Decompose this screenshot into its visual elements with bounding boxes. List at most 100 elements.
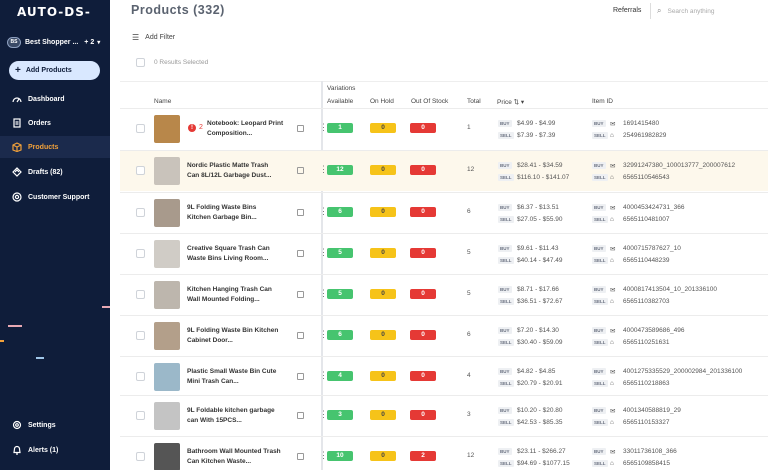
sell-item-id[interactable]: 6565110382703	[623, 298, 670, 305]
sell-item-id[interactable]: 6565110448239	[623, 257, 670, 264]
buy-item-id[interactable]: 4000715787627_10	[623, 245, 681, 252]
row-checkbox[interactable]	[136, 249, 145, 258]
buy-item-id[interactable]: 4001275335529_200002984_201336100	[623, 368, 742, 375]
buy-item-id[interactable]: 32991247380_100013777_200007612	[623, 162, 735, 169]
sidebar-item-alerts[interactable]: Alerts (1)	[0, 439, 110, 461]
product-thumbnail[interactable]	[154, 443, 180, 470]
product-name[interactable]: Nordic Plastic Matte Trash Can 8L/12L Ga…	[187, 161, 281, 181]
table-row[interactable]: 9L Foldable kitchen garbage can With 15P…	[120, 395, 768, 436]
product-name[interactable]: Kitchen Hanging Trash Can Wall Mounted F…	[187, 285, 281, 305]
product-thumbnail[interactable]	[154, 115, 180, 143]
on-hold-badge: 0	[370, 410, 396, 420]
product-name[interactable]: Notebook: Leopard Print Composition...	[207, 119, 285, 139]
sidebar-item-products[interactable]: Products	[0, 136, 110, 158]
sell-item-id[interactable]: 6565109858415	[623, 460, 670, 467]
row-checkbox[interactable]	[136, 208, 145, 217]
column-header-total[interactable]: Total	[467, 98, 481, 105]
sidebar-item-dashboard[interactable]: Dashboard	[0, 88, 110, 110]
sell-tag: SELL	[498, 257, 514, 264]
note-icon[interactable]	[297, 332, 304, 339]
column-header-price[interactable]: Price ⇅ ▾	[497, 98, 524, 106]
row-checkbox[interactable]	[136, 124, 145, 133]
buy-item-id[interactable]: 4000453424731_366	[623, 204, 684, 211]
buy-tag: BUY	[592, 448, 606, 455]
table-row[interactable]: Creative Square Trash Can Waste Bins Liv…	[120, 233, 768, 274]
note-icon[interactable]	[297, 250, 304, 257]
note-icon[interactable]	[297, 167, 304, 174]
buy-item-id[interactable]: 1691415480	[623, 120, 659, 127]
buy-tag: BUY	[592, 162, 606, 169]
column-header-out-of-stock[interactable]: Out Of Stock	[411, 98, 448, 105]
product-thumbnail[interactable]	[154, 363, 180, 391]
referrals-link[interactable]: Referrals	[613, 7, 641, 14]
product-thumbnail[interactable]	[154, 281, 180, 309]
buy-item-id[interactable]: 33011736108_366	[623, 448, 677, 455]
note-icon[interactable]	[297, 209, 304, 216]
sell-item-id[interactable]: 6565110153327	[623, 419, 670, 426]
supplier-icon: ✉	[610, 163, 616, 170]
sidebar-item-drafts[interactable]: Drafts (82)	[0, 161, 110, 183]
row-checkbox[interactable]	[136, 166, 145, 175]
note-icon[interactable]	[297, 412, 304, 419]
row-checkbox[interactable]	[136, 372, 145, 381]
product-name[interactable]: 9L Folding Waste Bin Kitchen Cabinet Doo…	[187, 326, 281, 346]
product-name[interactable]: Bathroom Wall Mounted Trash Can Kitchen …	[187, 447, 281, 467]
sell-tag: SELL	[498, 298, 514, 305]
store-icon: ⌂	[610, 460, 614, 467]
sell-item-id[interactable]: 6565110546543	[623, 174, 670, 181]
buy-item-id[interactable]: 4001340588819_29	[623, 407, 681, 414]
sidebar-item-settings[interactable]: Settings	[0, 414, 110, 436]
product-thumbnail[interactable]	[154, 157, 180, 185]
row-checkbox[interactable]	[136, 411, 145, 420]
available-badge: 5	[327, 289, 353, 299]
add-filter-button[interactable]: ☰ Add Filter	[132, 33, 175, 42]
column-header-name[interactable]: Name	[154, 98, 171, 105]
app-logo[interactable]: AUTO-DS-	[17, 5, 91, 19]
table-row[interactable]: Plastic Small Waste Bin Cute Mini Trash …	[120, 356, 768, 397]
sell-item-id[interactable]: 254961982829	[623, 132, 666, 139]
note-icon[interactable]	[297, 453, 304, 460]
product-thumbnail[interactable]	[154, 199, 180, 227]
add-products-button[interactable]: + Add Products	[9, 61, 100, 80]
product-thumbnail[interactable]	[154, 402, 180, 430]
row-checkbox[interactable]	[136, 452, 145, 461]
table-row[interactable]: Nordic Plastic Matte Trash Can 8L/12L Ga…	[120, 150, 768, 191]
bell-icon	[12, 445, 22, 455]
row-checkbox[interactable]	[136, 290, 145, 299]
buy-item-id[interactable]: 4000817413504_10_201336100	[623, 286, 717, 293]
sell-price: $7.39 - $7.39	[517, 132, 556, 139]
product-name[interactable]: 9L Foldable kitchen garbage can With 15P…	[187, 406, 281, 426]
product-name[interactable]: 9L Folding Waste Bins Kitchen Garbage Bi…	[187, 203, 281, 223]
product-thumbnail[interactable]	[154, 322, 180, 350]
table-row[interactable]: ! 2 Notebook: Leopard Print Composition...…	[120, 108, 768, 149]
product-name[interactable]: Plastic Small Waste Bin Cute Mini Trash …	[187, 367, 281, 387]
column-header-available[interactable]: Available	[327, 98, 353, 105]
shop-selector[interactable]: BS Best Shopper ... + 2 ▾	[7, 35, 103, 49]
search-input[interactable]: ⌕ Search anything	[650, 3, 768, 19]
sell-price: $27.05 - $55.90	[517, 216, 563, 223]
column-header-on-hold[interactable]: On Hold	[370, 98, 394, 105]
supplier-icon: ✉	[610, 369, 616, 376]
sidebar: AUTO-DS- BS Best Shopper ... + 2 ▾ + Add…	[0, 0, 110, 470]
sell-tag: SELL	[592, 257, 608, 264]
table-row[interactable]: 9L Folding Waste Bins Kitchen Garbage Bi…	[120, 192, 768, 233]
table-row[interactable]: 9L Folding Waste Bin Kitchen Cabinet Doo…	[120, 315, 768, 356]
buy-item-id[interactable]: 4000473589686_496	[623, 327, 684, 334]
note-icon[interactable]	[297, 125, 304, 132]
row-checkbox[interactable]	[136, 331, 145, 340]
error-icon[interactable]: !	[188, 124, 196, 132]
product-thumbnail[interactable]	[154, 240, 180, 268]
table-row[interactable]: Kitchen Hanging Trash Can Wall Mounted F…	[120, 274, 768, 315]
product-name[interactable]: Creative Square Trash Can Waste Bins Liv…	[187, 244, 281, 264]
sidebar-item-orders[interactable]: Orders	[0, 112, 110, 134]
note-icon[interactable]	[297, 291, 304, 298]
sell-item-id[interactable]: 6565110218863	[623, 380, 670, 387]
on-hold-badge: 0	[370, 165, 396, 175]
sell-item-id[interactable]: 6565110251631	[623, 339, 670, 346]
sell-item-id[interactable]: 6565110481007	[623, 216, 670, 223]
sidebar-item-customer-support[interactable]: Customer Support	[0, 186, 110, 208]
column-header-item-id[interactable]: Item ID	[592, 98, 613, 105]
table-row[interactable]: Bathroom Wall Mounted Trash Can Kitchen …	[120, 436, 768, 470]
select-all-checkbox[interactable]	[136, 58, 145, 67]
note-icon[interactable]	[297, 373, 304, 380]
